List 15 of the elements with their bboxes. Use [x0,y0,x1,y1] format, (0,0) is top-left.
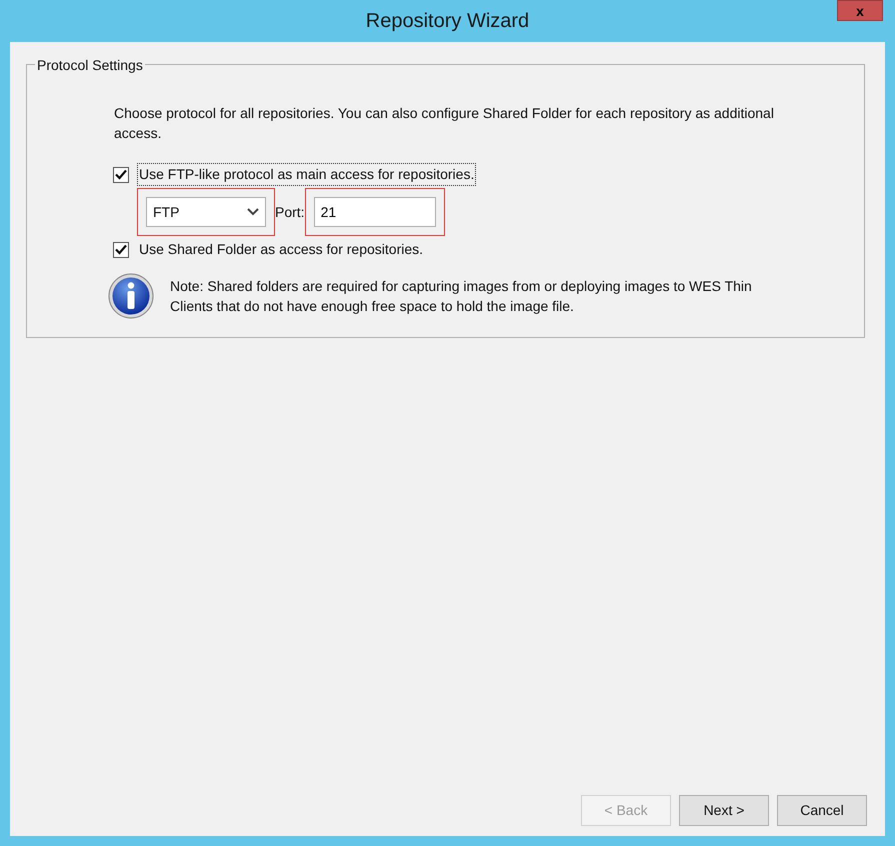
checkbox[interactable] [113,166,129,182]
port-label: Port: [275,202,305,222]
intro-text: Choose protocol for all repositories. You can also configure Shared Folder for each repository as additional access. [114,104,775,143]
close-button[interactable]: x [837,0,883,21]
info-icon [108,273,154,319]
port-field[interactable]: 21 [314,197,436,227]
note-text: Note: Shared folders are required for capturing images from or deploying images to WES Thin Clients that do not have enough free space to hold the image file. [170,277,753,316]
wizard-button[interactable]: Cancel [777,795,867,826]
checkbox-label: Use FTP-like protocol as main access for repositories. [137,163,476,186]
window-title: Repository Wizard [366,9,530,34]
chevron-down-icon [247,208,259,216]
protocol-dropdown[interactable]: FTP [146,197,266,227]
wizard-button[interactable]: Next > [679,795,769,826]
checkbox-label: Use Shared Folder as access for repositories. [138,240,424,259]
checkbox[interactable] [113,242,129,258]
